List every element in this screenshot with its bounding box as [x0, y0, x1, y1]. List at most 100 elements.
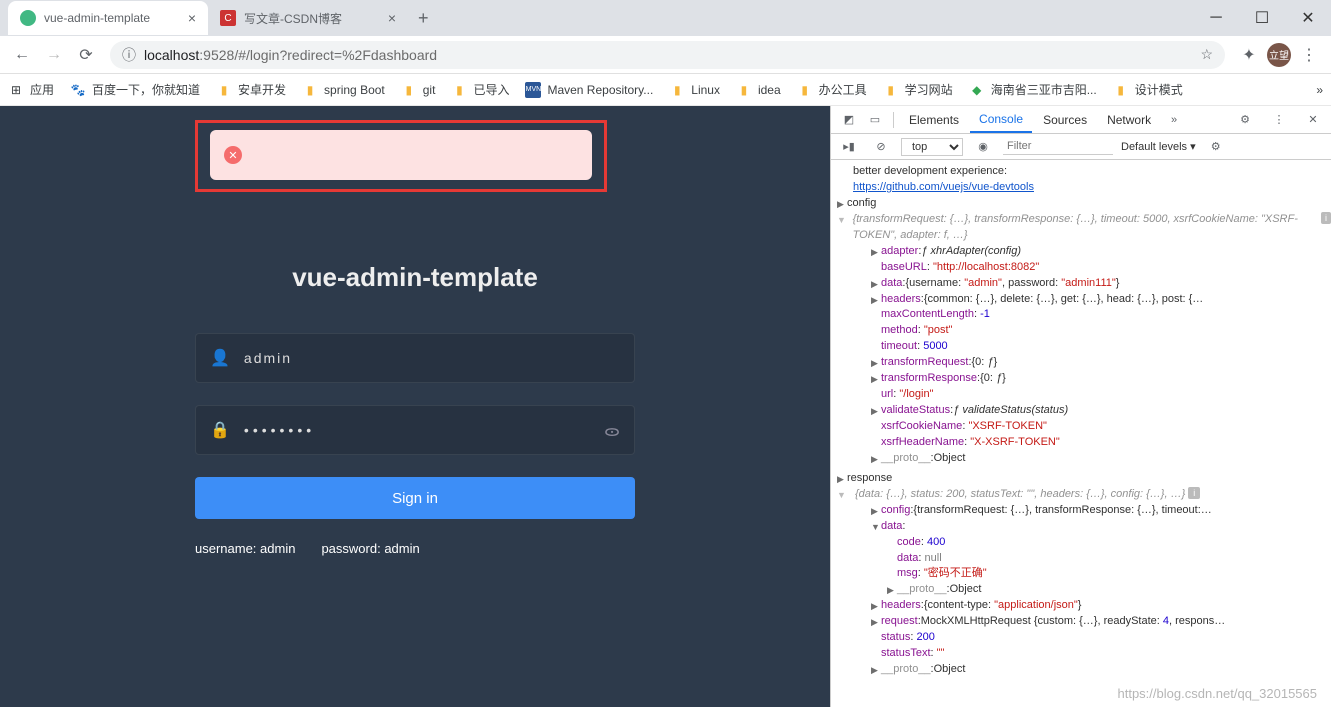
expand-icon[interactable] — [871, 598, 881, 614]
hint-username: username: admin — [195, 541, 295, 556]
log-link[interactable]: https://github.com/vuejs/vue-devtools — [853, 181, 1034, 193]
bookmarks-bar: ⊞应用 🐾百度一下，你就知道 ▮安卓开发 ▮spring Boot ▮git ▮… — [0, 74, 1331, 106]
bookmark-spring[interactable]: ▮spring Boot — [302, 82, 385, 98]
login-hints: username: admin password: admin — [195, 541, 635, 556]
bookmark-maven[interactable]: MVNMaven Repository... — [525, 82, 653, 98]
folder-icon: ▮ — [736, 82, 752, 98]
minimize-button[interactable]: ─ — [1193, 2, 1239, 34]
expand-icon[interactable] — [871, 355, 881, 371]
device-icon[interactable]: ▭ — [863, 113, 887, 126]
expand-icon[interactable] — [837, 196, 847, 212]
bookmark-git[interactable]: ▮git — [401, 82, 436, 98]
folder-icon: ▮ — [451, 82, 467, 98]
baidu-icon: 🐾 — [70, 82, 86, 98]
expand-icon[interactable] — [871, 292, 881, 308]
bookmark-baidu[interactable]: 🐾百度一下，你就知道 — [70, 81, 200, 98]
expand-icon[interactable] — [871, 451, 881, 467]
log-text: better development experience: — [837, 164, 1331, 180]
address-bar[interactable]: ⓘ localhost:9528/#/login?redirect=%2Fdas… — [110, 41, 1225, 69]
tab-network[interactable]: Network — [1098, 106, 1160, 133]
close-icon[interactable]: × — [388, 10, 396, 26]
extensions-button[interactable]: ✦ — [1235, 41, 1263, 69]
expand-icon[interactable] — [887, 582, 897, 598]
new-tab-button[interactable]: + — [408, 8, 439, 29]
info-icon[interactable]: i — [1188, 487, 1200, 499]
expand-icon[interactable] — [871, 244, 881, 260]
sidebar-toggle-icon[interactable]: ▸▮ — [837, 140, 861, 153]
address-row: ← → ⟳ ⓘ localhost:9528/#/login?redirect=… — [0, 36, 1331, 74]
eye-icon[interactable]: ◉ — [971, 140, 995, 153]
tab-sources[interactable]: Sources — [1034, 106, 1096, 133]
expand-icon[interactable] — [871, 503, 881, 519]
folder-icon: ▮ — [216, 82, 232, 98]
username-field[interactable]: 👤 — [195, 333, 635, 383]
lock-icon: 🔒 — [210, 420, 230, 440]
eye-icon[interactable]: ᯣ — [604, 419, 620, 441]
tab-elements[interactable]: Elements — [900, 106, 968, 133]
password-input[interactable] — [244, 422, 590, 438]
bookmark-imported[interactable]: ▮已导入 — [451, 81, 509, 98]
expand-icon[interactable] — [871, 614, 881, 630]
folder-icon: ▮ — [883, 82, 899, 98]
log-levels[interactable]: Default levels ▾ — [1121, 140, 1196, 153]
bookmark-hainan[interactable]: ◆海南省三亚市吉阳... — [969, 81, 1097, 98]
mvn-icon: MVN — [525, 82, 541, 98]
bookmarks-overflow[interactable]: » — [1316, 83, 1323, 97]
folder-icon: ▮ — [1113, 82, 1129, 98]
clear-console-icon[interactable]: ⊘ — [869, 140, 893, 153]
forward-button[interactable]: → — [40, 41, 68, 69]
favicon-icon: C — [220, 10, 236, 26]
back-button[interactable]: ← — [8, 41, 36, 69]
password-field[interactable]: 🔒 ᯣ — [195, 405, 635, 455]
reload-button[interactable]: ⟳ — [72, 41, 100, 69]
site-info-icon[interactable]: ⓘ — [122, 45, 136, 65]
username-input[interactable] — [244, 350, 620, 366]
maximize-button[interactable]: ☐ — [1239, 2, 1285, 34]
inspect-icon[interactable]: ◩ — [837, 113, 861, 126]
console-settings-icon[interactable]: ⚙ — [1204, 140, 1228, 153]
response-preview: {data: {…}, status: 200, statusText: "",… — [855, 487, 1185, 503]
folder-icon: ▮ — [669, 82, 685, 98]
config-preview: {transformRequest: {…}, transformRespons… — [853, 212, 1318, 244]
close-window-button[interactable]: ✕ — [1285, 2, 1331, 34]
signin-button[interactable]: Sign in — [195, 477, 635, 519]
console-toolbar: ▸▮ ⊘ top ◉ Default levels ▾ ⚙ — [831, 134, 1331, 160]
expand-icon[interactable] — [871, 371, 881, 387]
devtools-tabs: ◩ ▭ Elements Console Sources Network » ⚙… — [831, 106, 1331, 134]
bookmark-study[interactable]: ▮学习网站 — [883, 81, 953, 98]
expand-icon[interactable] — [837, 487, 847, 503]
bookmark-office[interactable]: ▮办公工具 — [797, 81, 867, 98]
tab-title: 写文章-CSDN博客 — [244, 10, 380, 27]
expand-icon[interactable] — [871, 519, 881, 535]
expand-icon[interactable] — [871, 403, 881, 419]
expand-icon[interactable] — [871, 276, 881, 292]
info-icon[interactable]: i — [1321, 212, 1331, 224]
log-response-label: response — [847, 471, 892, 487]
context-select[interactable]: top — [901, 138, 963, 156]
star-icon[interactable]: ☆ — [1200, 46, 1213, 63]
profile-avatar[interactable]: 立望 — [1267, 43, 1291, 67]
bookmark-idea[interactable]: ▮idea — [736, 82, 781, 98]
console-body[interactable]: better development experience: https://g… — [831, 160, 1331, 707]
expand-icon[interactable] — [871, 662, 881, 678]
expand-icon[interactable] — [837, 212, 846, 244]
tab-csdn[interactable]: C 写文章-CSDN博客 × — [208, 1, 408, 35]
expand-icon[interactable] — [837, 471, 847, 487]
bookmark-android[interactable]: ▮安卓开发 — [216, 81, 286, 98]
close-icon[interactable]: × — [188, 10, 196, 26]
bookmark-design[interactable]: ▮设计模式 — [1113, 81, 1183, 98]
more-tabs-icon[interactable]: » — [1162, 114, 1186, 126]
tab-console[interactable]: Console — [970, 106, 1032, 133]
bookmark-apps[interactable]: ⊞应用 — [8, 81, 54, 98]
menu-button[interactable]: ⋮ — [1295, 41, 1323, 69]
kebab-icon[interactable]: ⋮ — [1267, 113, 1291, 126]
apps-icon: ⊞ — [8, 82, 24, 98]
filter-input[interactable] — [1003, 138, 1113, 155]
favicon-icon — [20, 10, 36, 26]
map-icon: ◆ — [969, 82, 985, 98]
settings-icon[interactable]: ⚙ — [1233, 113, 1257, 126]
login-form: vue-admin-template 👤 🔒 ᯣ Sign in usernam… — [195, 262, 635, 556]
tab-vue-admin[interactable]: vue-admin-template × — [8, 1, 208, 35]
bookmark-linux[interactable]: ▮Linux — [669, 82, 720, 98]
close-devtools-icon[interactable]: ✕ — [1301, 113, 1325, 126]
